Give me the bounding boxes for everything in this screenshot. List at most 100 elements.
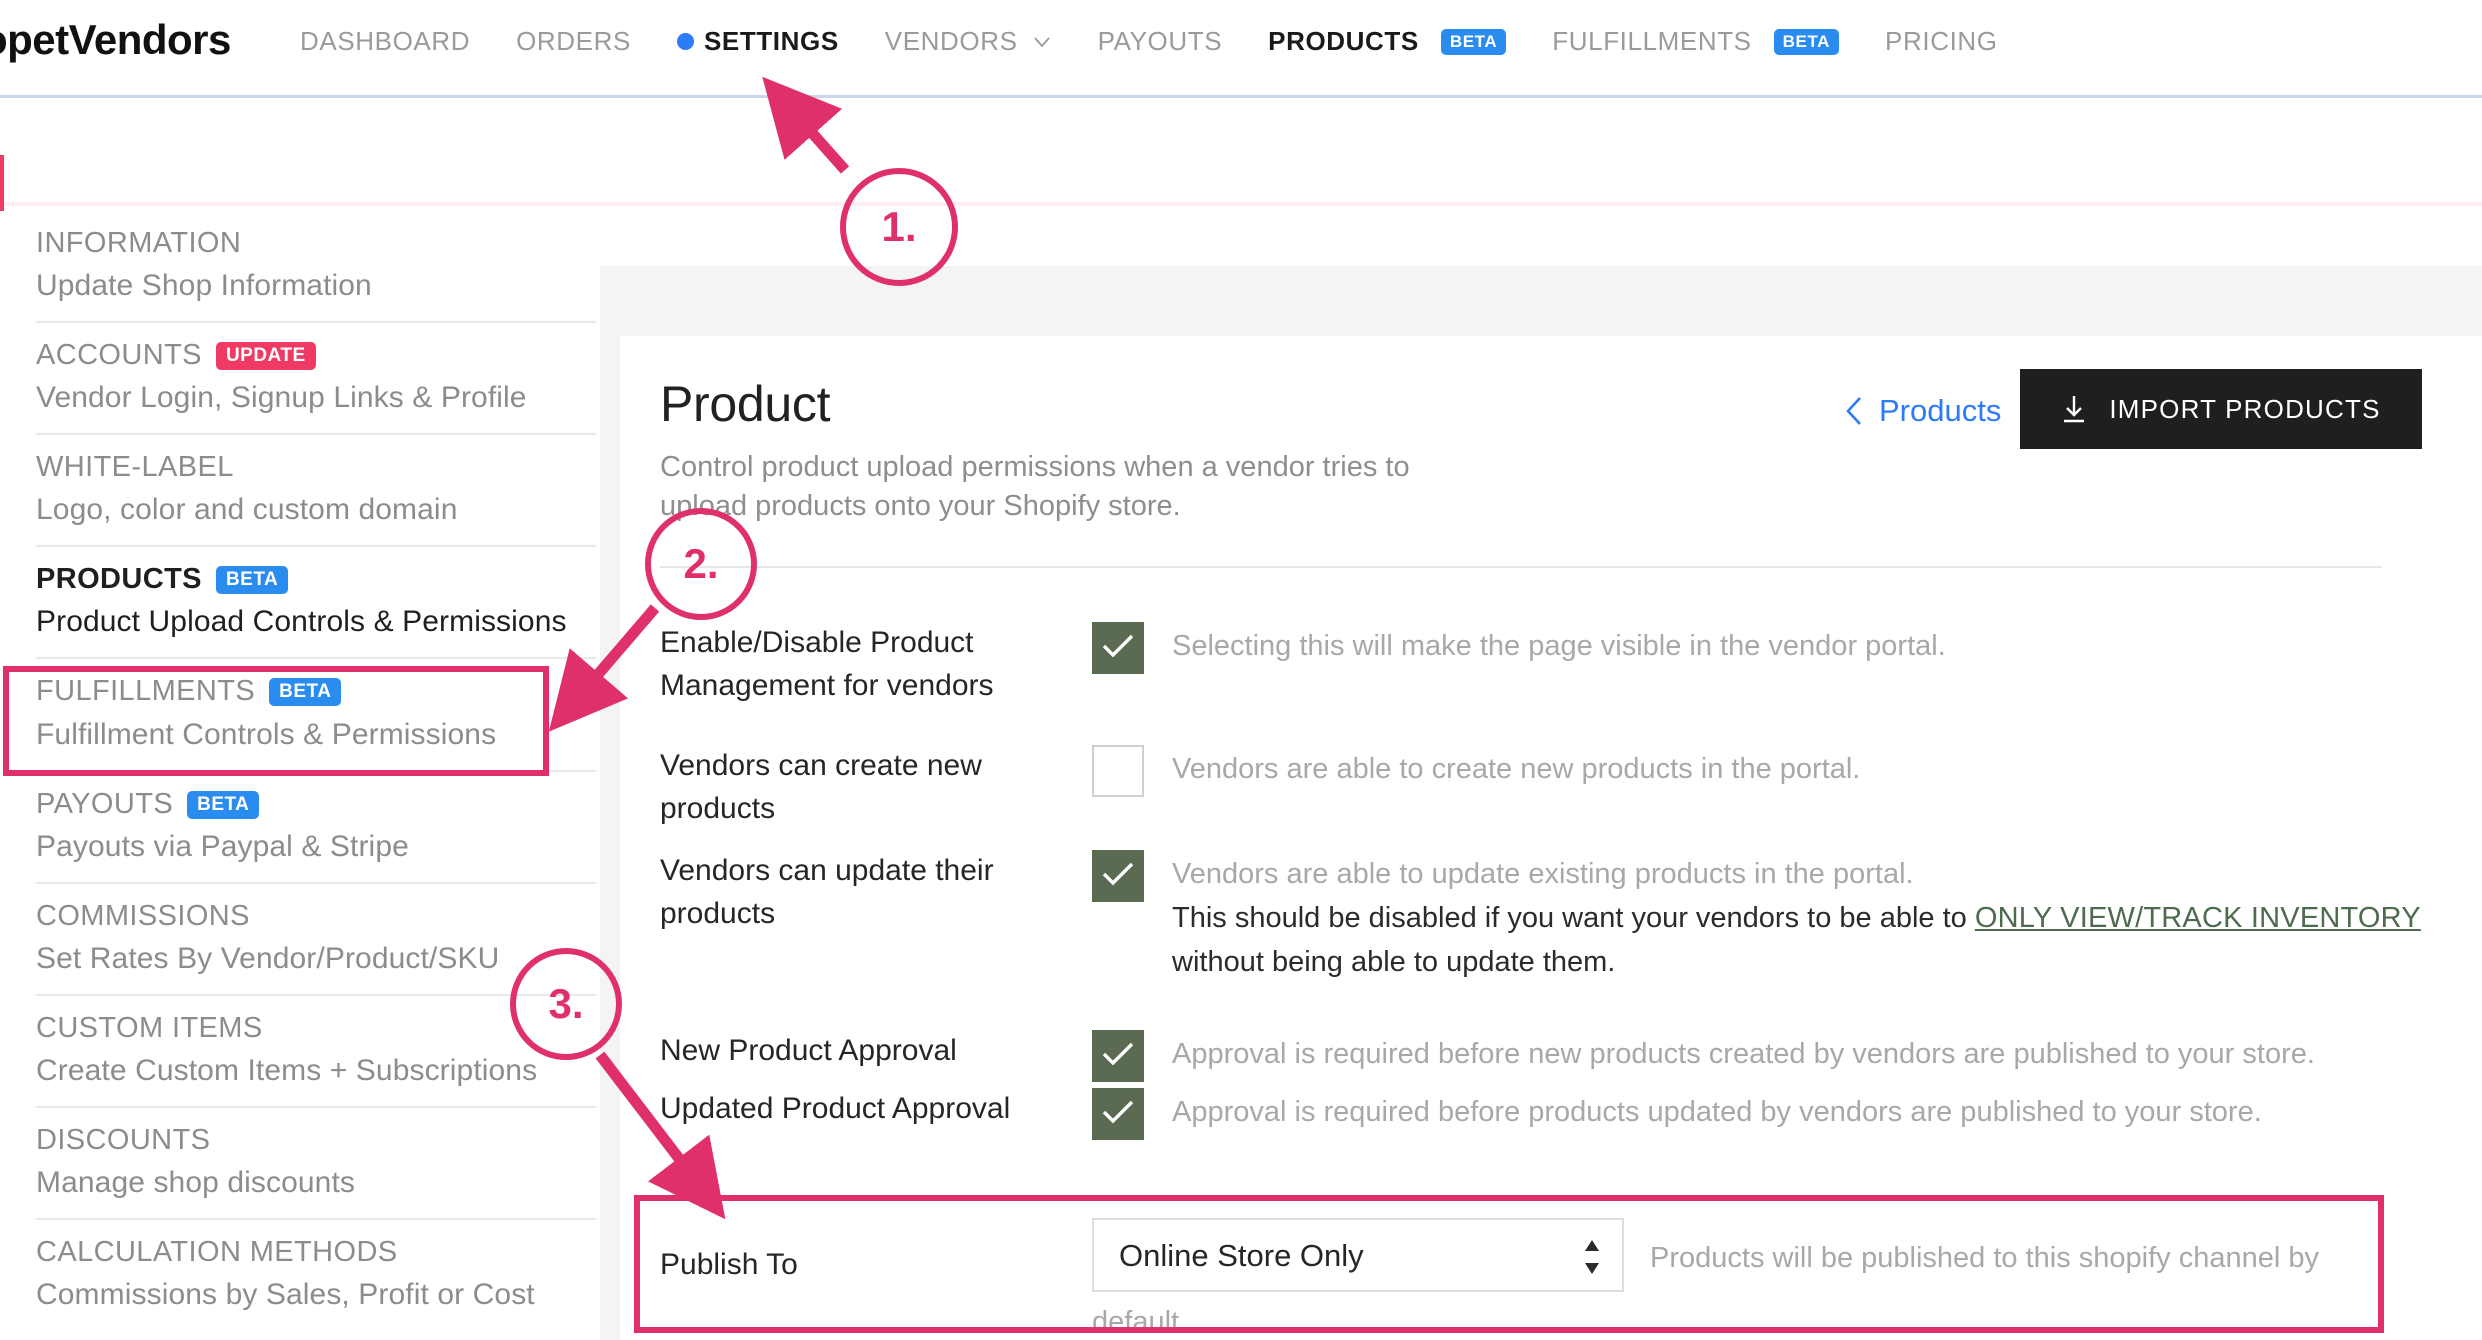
publish-to-select[interactable]: Online Store Only bbox=[1092, 1218, 1624, 1292]
sidebar-item-title-text: COMMISSIONS bbox=[36, 899, 250, 932]
sidebar-item-commissions[interactable]: COMMISSIONS Set Rates By Vendor/Product/S… bbox=[36, 884, 596, 996]
sidebar-item-calculation-methods[interactable]: CALCULATION METHODS Commissions by Sales,… bbox=[36, 1220, 596, 1330]
sidebar-item-title: CALCULATION METHODS bbox=[36, 1234, 596, 1271]
nav-item-label: DASHBOARD bbox=[300, 26, 471, 56]
publish-to-label: Publish To bbox=[660, 1248, 798, 1281]
setting-row-label: Enable/Disable Product Management for ve… bbox=[660, 626, 994, 702]
annotation-step-1-label: 1. bbox=[881, 203, 917, 250]
nav-item-label: VENDORS bbox=[884, 26, 1018, 56]
download-icon bbox=[2061, 394, 2087, 424]
sidebar-item-discounts[interactable]: DISCOUNTS Manage shop discounts bbox=[36, 1108, 596, 1220]
chevron-left-icon bbox=[1845, 395, 1863, 427]
page-title: Product bbox=[660, 376, 831, 432]
setting-row-label: Updated Product Approval bbox=[660, 1092, 1011, 1125]
sidebar-item-title: WHITE-LABEL bbox=[36, 449, 596, 486]
setting-checkbox[interactable] bbox=[1092, 622, 1144, 674]
annotation-step-2-label: 2. bbox=[683, 540, 719, 587]
sidebar-item-subtitle: Update Shop Information bbox=[36, 269, 372, 303]
sidebar-item-badge: BETA bbox=[215, 566, 289, 595]
setting-row-description: Approval is required before new products… bbox=[1172, 1032, 2462, 1076]
sidebar-item-list: INFORMATION Update Shop Information ACCOUN… bbox=[36, 211, 596, 1330]
setting-row-description-text: Vendors are able to create new products … bbox=[1172, 753, 1861, 785]
sidebar-item-subtitle: Product Upload Controls & Permissions bbox=[36, 605, 567, 639]
publish-to-description: Products will be published to this shopi… bbox=[1650, 1242, 2319, 1274]
sidebar-item-title: COMMISSIONS bbox=[36, 898, 596, 935]
nav-item-label: FULFILLMENTS bbox=[1552, 26, 1752, 56]
nav-item-orders[interactable]: ORDERS bbox=[516, 26, 631, 57]
sidebar-item-subtitle: Commissions by Sales, Profit or Cost bbox=[36, 1278, 535, 1312]
nav-item-vendors[interactable]: VENDORS bbox=[885, 26, 1052, 57]
sidebar-item-title: INFORMATION bbox=[36, 225, 596, 262]
import-products-label: IMPORT PRODUCTS bbox=[2109, 393, 2381, 424]
setting-row-description-text: Approval is required before products upd… bbox=[1172, 1096, 2262, 1128]
sidebar-item-title: DISCOUNTS bbox=[36, 1122, 596, 1159]
setting-row-description-text: Selecting this will make the page visibl… bbox=[1172, 630, 1946, 662]
sidebar-item-title: ACCOUNTS UPDATE bbox=[36, 337, 596, 374]
setting-checkbox[interactable] bbox=[1092, 745, 1144, 797]
sidebar-item-badge: BETA bbox=[269, 678, 342, 707]
nav-item-payouts[interactable]: PAYOUTS bbox=[1098, 26, 1223, 57]
setting-checkbox[interactable] bbox=[1092, 1030, 1144, 1082]
sidebar-item-title: FULFILLMENTS BETA bbox=[36, 673, 596, 710]
sidebar-item-subtitle: Manage shop discounts bbox=[36, 1165, 355, 1199]
select-stepper-arrows-icon bbox=[1582, 1238, 1602, 1276]
nav-item-label: PRODUCTS bbox=[1268, 26, 1419, 56]
nav-item-list: DASHBOARD ORDERS SETTINGS VENDORS PAYOUTS PRO… bbox=[300, 26, 2044, 57]
sidebar-item-subtitle: Payouts via Paypal & Stripe bbox=[36, 829, 409, 863]
back-to-products-link[interactable]: Products bbox=[1845, 393, 2001, 429]
setting-row-label: Vendors can create new products bbox=[660, 749, 982, 825]
publish-to-selected-value: Online Store Only bbox=[1119, 1238, 1364, 1273]
setting-row-description: Vendors are able to create new products … bbox=[1172, 747, 2462, 791]
sidebar-item-accounts[interactable]: ACCOUNTS UPDATE Vendor Login, Signup Links… bbox=[36, 323, 596, 436]
setting-row-description: Approval is required before products upd… bbox=[1172, 1090, 2462, 1134]
sidebar-item-fulfillments[interactable]: FULFILLMENTS BETA Fulfillment Controls & P… bbox=[36, 659, 596, 772]
setting-row-description-text: Approval is required before new products… bbox=[1172, 1038, 2315, 1070]
sidebar-item-badge: BETA bbox=[187, 790, 260, 819]
sidebar-item-title-text: CUSTOM ITEMS bbox=[36, 1011, 263, 1044]
pink-tint-strip bbox=[0, 202, 2482, 206]
sidebar-item-subtitle: Set Rates By Vendor/Product/SKU bbox=[36, 941, 500, 975]
sidebar-item-subtitle: Logo, color and custom domain bbox=[36, 493, 458, 527]
publish-to-description-2: default. bbox=[1092, 1306, 1188, 1338]
nav-item-pricing[interactable]: PRICING bbox=[1885, 26, 1998, 57]
nav-item-fulfillments[interactable]: FULFILLMENTS BETA bbox=[1552, 26, 1840, 57]
annotation-step-2: 2. bbox=[645, 508, 757, 620]
sidebar-item-subtitle: Fulfillment Controls & Permissions bbox=[36, 717, 497, 751]
setting-row-description: Vendors are able to update existing prod… bbox=[1172, 852, 2462, 984]
sidebar-item-information[interactable]: INFORMATION Update Shop Information bbox=[36, 211, 596, 324]
sidebar-item-title-text: CALCULATION METHODS bbox=[36, 1235, 398, 1268]
setting-row-description-note: This should be disabled if you want your… bbox=[1172, 896, 2462, 984]
nav-item-label: SETTINGS bbox=[703, 26, 839, 56]
back-link-label: Products bbox=[1879, 393, 2002, 428]
sidebar-item-title-text: PRODUCTS bbox=[36, 563, 202, 596]
setting-row-label: Vendors can update their products bbox=[660, 854, 994, 930]
page-subtitle: Control product upload permissions when … bbox=[660, 451, 1410, 523]
top-navigation-bar: opetVendors DASHBOARD ORDERS SETTINGS VENDO… bbox=[0, 0, 2482, 98]
setting-row-label: New Product Approval bbox=[660, 1034, 957, 1067]
brand-logo[interactable]: opetVendors bbox=[0, 16, 231, 64]
sidebar-item-payouts[interactable]: PAYOUTS BETA Payouts via Paypal & Stripe bbox=[36, 772, 596, 884]
setting-row-description-text: Vendors are able to update existing prod… bbox=[1172, 858, 1914, 890]
settings-active-dot-icon bbox=[676, 33, 694, 50]
import-products-button[interactable]: IMPORT PRODUCTS bbox=[2020, 369, 2422, 449]
sidebar-item-subtitle: Create Custom Items + Subscriptions bbox=[36, 1053, 538, 1087]
nav-item-dashboard[interactable]: DASHBOARD bbox=[300, 26, 470, 57]
nav-item-label: ORDERS bbox=[516, 26, 631, 56]
nav-item-label: PRICING bbox=[1885, 26, 1998, 56]
sidebar-item-badge: UPDATE bbox=[215, 342, 316, 371]
nav-beta-badge: BETA bbox=[1773, 28, 1840, 55]
only-view-track-inventory-link[interactable]: ONLY VIEW/TRACK INVENTORY bbox=[1975, 902, 2421, 934]
sidebar-item-white-label[interactable]: WHITE-LABEL Logo, color and custom domain bbox=[36, 435, 596, 548]
nav-item-settings[interactable]: SETTINGS bbox=[676, 26, 839, 57]
header-divider bbox=[660, 566, 2382, 568]
setting-checkbox[interactable] bbox=[1092, 1088, 1144, 1140]
sidebar-item-products[interactable]: PRODUCTS BETA Product Upload Controls & Pe… bbox=[36, 547, 596, 660]
nav-item-products[interactable]: PRODUCTS BETA bbox=[1268, 26, 1507, 57]
chevron-down-icon bbox=[1032, 32, 1052, 52]
sidebar-item-title-text: PAYOUTS bbox=[36, 787, 174, 820]
annotation-step-3-label: 3. bbox=[548, 980, 584, 1027]
setting-checkbox[interactable] bbox=[1092, 850, 1144, 902]
annotation-step-1: 1. bbox=[840, 168, 958, 286]
sidebar-item-title-text: INFORMATION bbox=[36, 227, 242, 259]
sidebar-item-subtitle: Vendor Login, Signup Links & Profile bbox=[36, 381, 527, 415]
